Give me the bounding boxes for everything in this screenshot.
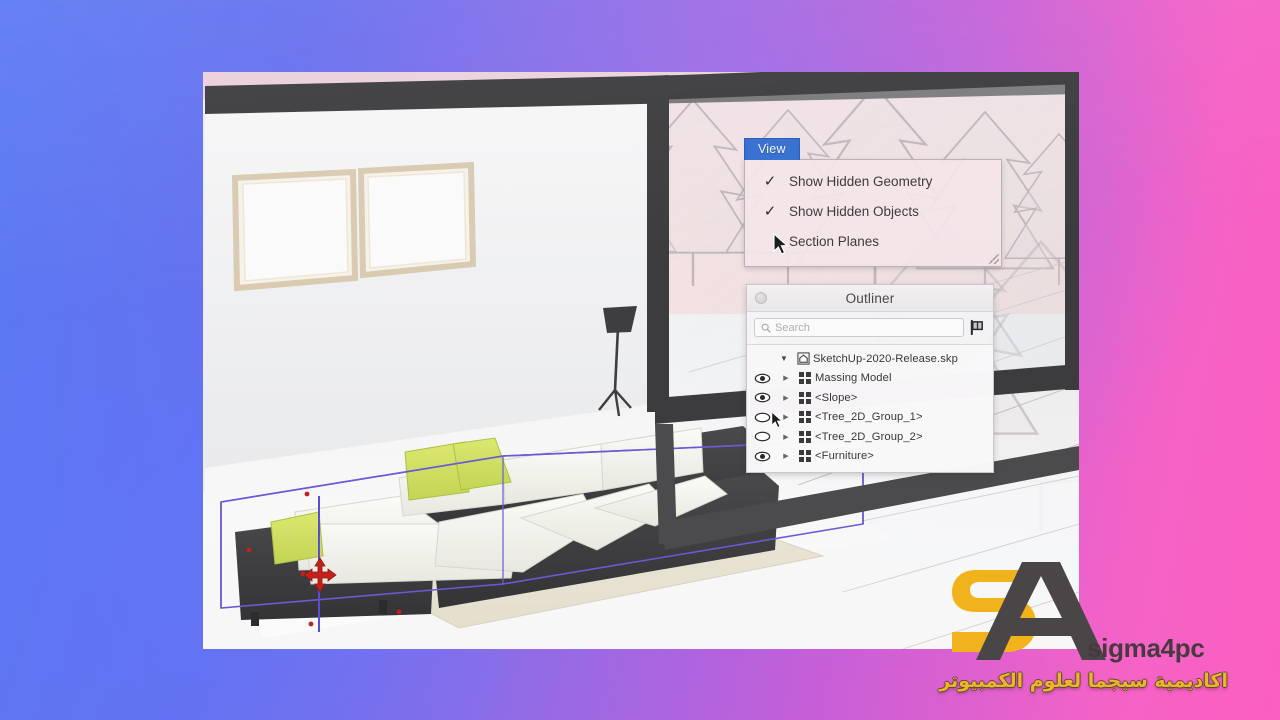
outliner-root-row[interactable]: ▼ SketchUp-2020-Release.skp [747, 349, 993, 369]
outliner-row-tree-2d-group-1[interactable]: ▶ <Tree_2D_Group_1> [747, 408, 993, 428]
component-icon [795, 450, 815, 463]
view-menu-tab[interactable]: View [744, 138, 800, 160]
outliner-row-tree-2d-group-2[interactable]: ▶ <Tree_2D_Group_2> [747, 427, 993, 447]
menu-item-label: Show Hidden Objects [789, 203, 919, 219]
eye-visible-icon[interactable] [747, 392, 777, 403]
search-input[interactable] [775, 321, 957, 334]
resize-grip-icon[interactable] [989, 254, 999, 264]
mouse-pointer-icon [773, 233, 789, 255]
model-home-icon [793, 352, 813, 365]
view-menu-dropdown: ✓ Show Hidden Geometry ✓ Show Hidden Obj… [744, 159, 1002, 267]
outliner-row-label: <Furniture> [815, 450, 874, 463]
menu-item-show-hidden-geometry[interactable]: ✓ Show Hidden Geometry [745, 166, 1001, 196]
component-icon [795, 391, 815, 404]
watermark: sigma4pc اكاديمية سيجما لعلوم الكمبيوتر [939, 548, 1240, 698]
component-icon [795, 411, 815, 424]
outliner-panel: Outliner ▼ [746, 284, 994, 473]
menu-item-show-hidden-objects[interactable]: ✓ Show Hidden Objects [745, 196, 1001, 226]
outliner-row-slope[interactable]: ▶ <Slope> [747, 388, 993, 408]
outliner-row-label: <Slope> [815, 391, 858, 404]
page-backdrop: View ✓ Show Hidden Geometry ✓ Show Hidde… [0, 0, 1280, 720]
chevron-down-icon[interactable]: ▼ [775, 354, 793, 363]
watermark-arabic-tagline: اكاديمية سيجما لعلوم الكمبيوتر [939, 670, 1228, 692]
chevron-right-icon[interactable]: ▶ [777, 452, 795, 460]
eye-visible-icon[interactable] [747, 451, 777, 462]
chevron-right-icon[interactable]: ▶ [777, 433, 795, 441]
outliner-title: Outliner [845, 290, 895, 306]
outliner-titlebar: Outliner [747, 285, 993, 312]
search-icon [761, 323, 771, 333]
outliner-row-massing-model[interactable]: ▶ Massing Model [747, 369, 993, 389]
checkmark-icon: ✓ [763, 173, 777, 190]
search-field-wrapper[interactable] [754, 318, 964, 337]
checkmark-icon: ✓ [763, 203, 777, 220]
component-icon [795, 430, 815, 443]
outliner-row-label: Massing Model [815, 372, 892, 385]
eye-hidden-icon[interactable] [747, 431, 777, 442]
filter-flag-icon[interactable] [969, 319, 986, 336]
menu-item-label: Show Hidden Geometry [789, 173, 933, 189]
menu-item-label: Section Planes [789, 233, 880, 249]
view-menu[interactable]: View ✓ Show Hidden Geometry ✓ Show Hidde… [744, 138, 1002, 267]
chevron-right-icon[interactable]: ▶ [777, 374, 795, 382]
chevron-right-icon[interactable]: ▶ [777, 394, 795, 402]
outliner-root-label: SketchUp-2020-Release.skp [813, 352, 958, 365]
outliner-row-label: <Tree_2D_Group_2> [815, 430, 923, 443]
outliner-row-label: <Tree_2D_Group_1> [815, 411, 923, 424]
watermark-brand: sigma4pc [1087, 633, 1205, 663]
wall-window-frames [231, 161, 477, 292]
outliner-tree: ▼ SketchUp-2020-Release.skp ▶ Massing Mo… [747, 344, 993, 472]
eye-visible-icon[interactable] [747, 373, 777, 384]
component-icon [795, 372, 815, 385]
panel-collapse-button[interactable] [755, 292, 767, 304]
outliner-row-furniture[interactable]: ▶ <Furniture> [747, 447, 993, 467]
outliner-search-bar [747, 312, 993, 344]
